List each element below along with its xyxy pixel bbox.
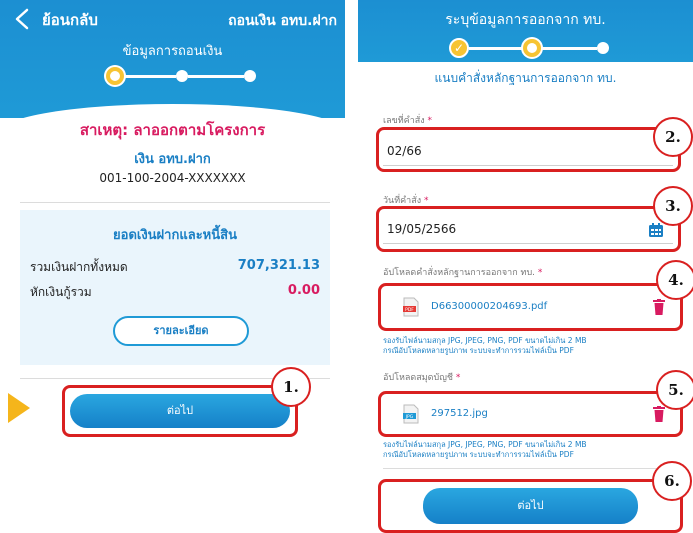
withdraw-cause: สาเหตุ: ลาออกตามโครงการ bbox=[79, 121, 266, 139]
step-marker-1: 1. bbox=[271, 367, 311, 407]
book-file-name: 297512.jpg bbox=[431, 408, 488, 419]
svg-text:JPG: JPG bbox=[405, 414, 414, 420]
step-indicator bbox=[106, 67, 256, 85]
loan-deduction-row: หักเงินกู้รวม 0.00 bbox=[30, 283, 320, 302]
upload-order-label: อัปโหลดคำสั่งหลักฐานการออกจาก ทบ. * bbox=[383, 268, 543, 278]
step-1-dot bbox=[106, 67, 124, 85]
balance-card: ยอดเงินฝากและหนี้สิน รวมเงินฝากทั้งหมด 7… bbox=[20, 210, 330, 365]
upload-hint: รองรับไฟล์นามสกุล JPG, JPEG, PNG, PDF ขน… bbox=[383, 440, 587, 459]
page-title: ระบุข้อมูลการออกจาก ทบ. bbox=[445, 12, 606, 28]
loan-deduction-label: หักเงินกู้รวม bbox=[30, 285, 92, 299]
step-indicator: ✓ bbox=[449, 38, 609, 58]
divider bbox=[383, 468, 673, 469]
details-button[interactable]: รายละเอียด bbox=[113, 316, 249, 346]
calendar-icon[interactable] bbox=[648, 222, 664, 238]
step-marker-3: 3. bbox=[653, 186, 693, 226]
svg-text:PDF: PDF bbox=[405, 307, 414, 313]
arrow-pointer-icon bbox=[8, 393, 30, 423]
step-3-dot bbox=[244, 70, 256, 82]
next-button[interactable]: ต่อไป bbox=[70, 394, 290, 428]
step-2-dot bbox=[523, 39, 541, 57]
form-title: แนบคำสั่งหลักฐานการออกจาก ทบ. bbox=[434, 71, 617, 85]
order-number-label: เลขที่คำสั่ง * bbox=[383, 116, 433, 126]
step-1-check-icon: ✓ bbox=[449, 38, 469, 58]
step-marker-6: 6. bbox=[652, 461, 692, 501]
image-file-icon: JPG bbox=[403, 404, 419, 424]
account-number: 001-100-2004-XXXXXXX bbox=[99, 171, 246, 185]
withdraw-info-screen: ย้อนกลับ ถอนเงิน อทบ.ฝาก ข้อมูลการถอนเงิ… bbox=[0, 0, 345, 533]
step-marker-5: 5. bbox=[656, 370, 693, 410]
chevron-left-icon[interactable] bbox=[14, 8, 30, 30]
loan-deduction-value: 0.00 bbox=[287, 283, 320, 298]
trash-icon[interactable] bbox=[653, 406, 665, 422]
order-file-name: D66300000204693.pdf bbox=[431, 301, 548, 312]
back-button[interactable]: ย้อนกลับ bbox=[42, 8, 98, 32]
exit-info-form-screen: ระบุข้อมูลการออกจาก ทบ. ✓ แนบคำสั่งหลักฐ… bbox=[358, 0, 693, 533]
account-type: เงิน อทบ.ฝาก bbox=[134, 152, 211, 167]
upload-book-label: อัปโหลดสมุดบัญชี * bbox=[383, 373, 461, 383]
step-3-dot bbox=[597, 42, 609, 54]
order-date-input[interactable]: 19/05/2566 bbox=[383, 214, 673, 244]
header-bar: ระบุข้อมูลการออกจาก ทบ. ✓ bbox=[358, 0, 693, 62]
uploaded-order-file[interactable]: PDF D66300000204693.pdf bbox=[383, 289, 673, 327]
next-button[interactable]: ต่อไป bbox=[423, 488, 638, 524]
pdf-file-icon: PDF bbox=[403, 297, 419, 317]
divider bbox=[20, 202, 330, 203]
step-2-dot bbox=[176, 70, 188, 82]
total-deposit-label: รวมเงินฝากทั้งหมด bbox=[30, 260, 128, 274]
step-marker-4: 4. bbox=[656, 260, 693, 300]
total-deposit-row: รวมเงินฝากทั้งหมด 707,321.13 bbox=[30, 258, 320, 277]
trash-icon[interactable] bbox=[653, 299, 665, 315]
page-title: ถอนเงิน อทบ.ฝาก bbox=[228, 13, 337, 29]
step-marker-2: 2. bbox=[653, 117, 693, 157]
upload-hint: รองรับไฟล์นามสกุล JPG, JPEG, PNG, PDF ขน… bbox=[383, 336, 587, 355]
total-deposit-value: 707,321.13 bbox=[237, 258, 320, 273]
header-bar: ย้อนกลับ ถอนเงิน อทบ.ฝาก ข้อมูลการถอนเงิ… bbox=[0, 0, 345, 132]
order-date-label: วันที่คำสั่ง * bbox=[383, 196, 429, 206]
screen-subtitle: ข้อมูลการถอนเงิน bbox=[122, 44, 223, 59]
balance-title: ยอดเงินฝากและหนี้สิน bbox=[113, 228, 237, 243]
order-number-input[interactable]: 02/66 bbox=[383, 136, 673, 166]
uploaded-book-file[interactable]: JPG 297512.jpg bbox=[383, 396, 673, 434]
